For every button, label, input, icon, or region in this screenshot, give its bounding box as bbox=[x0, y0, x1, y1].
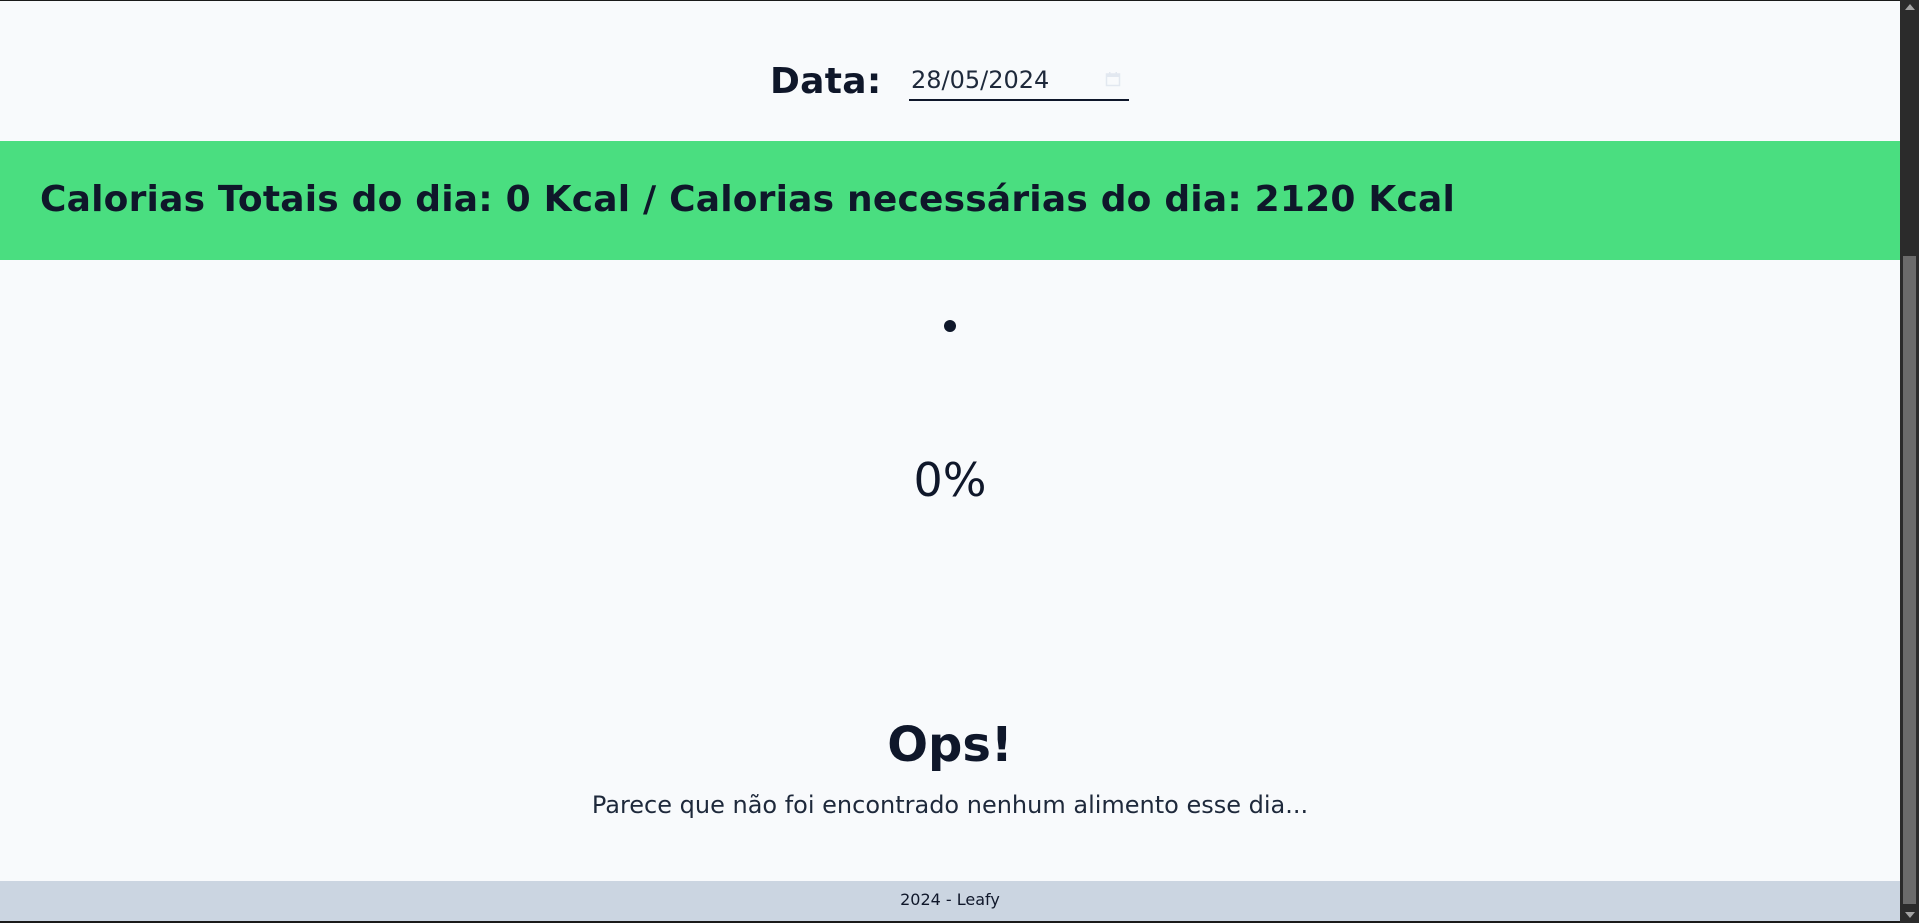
page: Data: Calorias Totais do dia: 0 Kcal / C… bbox=[0, 1, 1900, 921]
date-filter: Data: bbox=[0, 57, 1900, 107]
scroll-thumb[interactable] bbox=[1903, 256, 1916, 904]
date-field[interactable] bbox=[909, 63, 1129, 101]
date-label: Data: bbox=[770, 61, 882, 102]
footer-text: 2024 - Leafy bbox=[900, 890, 1000, 909]
date-input[interactable] bbox=[909, 63, 1101, 97]
footer: 2024 - Leafy bbox=[0, 881, 1900, 921]
empty-state-message: Parece que não foi encontrado nenhum ali… bbox=[591, 791, 1309, 819]
calories-banner: Calorias Totais do dia: 0 Kcal / Caloria… bbox=[0, 141, 1900, 260]
empty-state-title: Ops! bbox=[887, 717, 1013, 773]
scroll-up-icon[interactable] bbox=[1905, 4, 1915, 10]
progress-percentage: 0% bbox=[913, 453, 987, 507]
progress-indicator bbox=[944, 320, 956, 332]
calendar-icon[interactable] bbox=[1105, 71, 1121, 87]
scrollbar[interactable] bbox=[1900, 0, 1919, 923]
calories-summary: Calorias Totais do dia: 0 Kcal / Caloria… bbox=[40, 179, 1456, 220]
scroll-down-icon[interactable] bbox=[1905, 912, 1915, 918]
